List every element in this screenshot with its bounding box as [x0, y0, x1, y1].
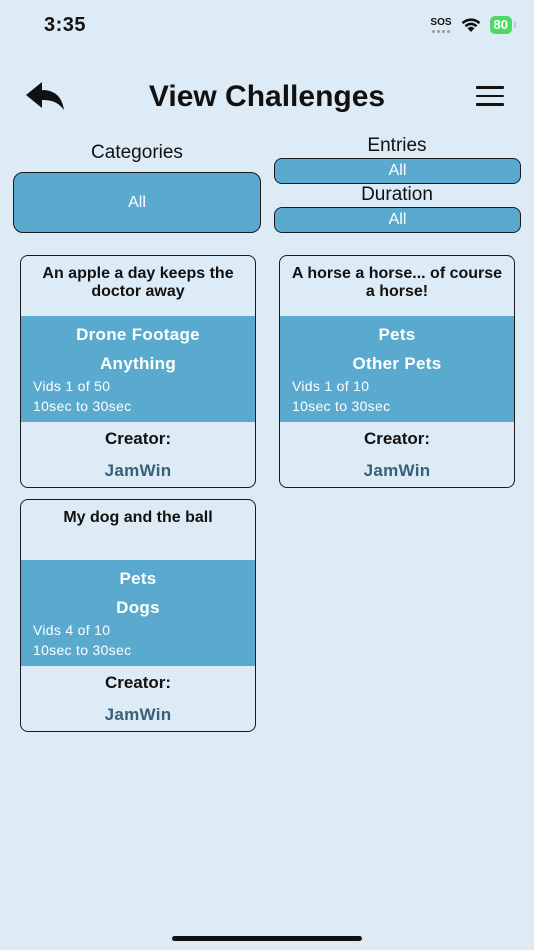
challenge-title: An apple a day keeps the doctor away: [42, 265, 234, 300]
battery-icon: 80: [489, 16, 517, 34]
challenge-card[interactable]: An apple a day keeps the doctor away Dro…: [20, 255, 256, 488]
sos-indicator: SOS: [430, 16, 452, 33]
creator-label: Creator:: [104, 429, 172, 448]
challenge-details: Pets Dogs Vids 4 of 10 10sec to 30sec: [21, 560, 255, 666]
challenge-duration: 10sec to 30sec: [33, 398, 132, 414]
creator-name: JamWin: [104, 461, 172, 480]
entries-dropdown[interactable]: All: [274, 158, 521, 184]
status-icons: SOS 80: [430, 16, 517, 34]
challenge-details: Pets Other Pets Vids 1 of 10 10sec to 30…: [280, 316, 514, 422]
hamburger-menu-icon: [476, 86, 504, 89]
wifi-icon: [461, 18, 480, 32]
page-title: View Challenges: [148, 80, 386, 113]
challenge-vids-count: Vids 1 of 10: [292, 378, 370, 394]
challenge-vids-count: Vids 4 of 10: [33, 622, 111, 638]
categories-label: Categories: [91, 142, 183, 163]
challenge-duration: 10sec to 30sec: [292, 398, 391, 414]
challenge-details: Drone Footage Anything Vids 1 of 50 10se…: [21, 316, 255, 422]
challenge-subcategory: Dogs: [116, 598, 160, 617]
challenge-category: Pets: [378, 325, 416, 344]
hamburger-line: [476, 94, 504, 97]
sos-label: SOS: [430, 16, 452, 28]
creator-label: Creator:: [104, 673, 172, 692]
challenge-subcategory: Anything: [99, 354, 177, 373]
challenge-vids-count: Vids 1 of 50: [33, 378, 111, 394]
challenge-title: A horse a horse... of course a horse!: [291, 265, 503, 300]
entries-label: Entries: [367, 135, 427, 156]
home-indicator[interactable]: [172, 936, 362, 941]
categories-dropdown[interactable]: All: [13, 172, 261, 233]
creator-label: Creator:: [363, 429, 431, 448]
duration-dropdown[interactable]: All: [274, 207, 521, 233]
challenge-subcategory: Other Pets: [352, 354, 442, 373]
challenge-duration: 10sec to 30sec: [33, 642, 132, 658]
menu-button[interactable]: [476, 86, 504, 108]
creator-name: JamWin: [363, 461, 431, 480]
duration-label: Duration: [361, 184, 433, 205]
challenge-card[interactable]: A horse a horse... of course a horse! Pe…: [279, 255, 515, 488]
status-time: 3:35: [44, 14, 87, 36]
challenge-category: Drone Footage: [76, 325, 200, 344]
challenge-card[interactable]: My dog and the ball Pets Dogs Vids 4 of …: [20, 499, 256, 732]
creator-name: JamWin: [104, 705, 172, 724]
challenge-title: My dog and the ball: [63, 509, 213, 526]
signal-dots-icon: [431, 29, 450, 33]
challenge-category: Pets: [119, 569, 157, 588]
hamburger-line: [476, 103, 504, 106]
